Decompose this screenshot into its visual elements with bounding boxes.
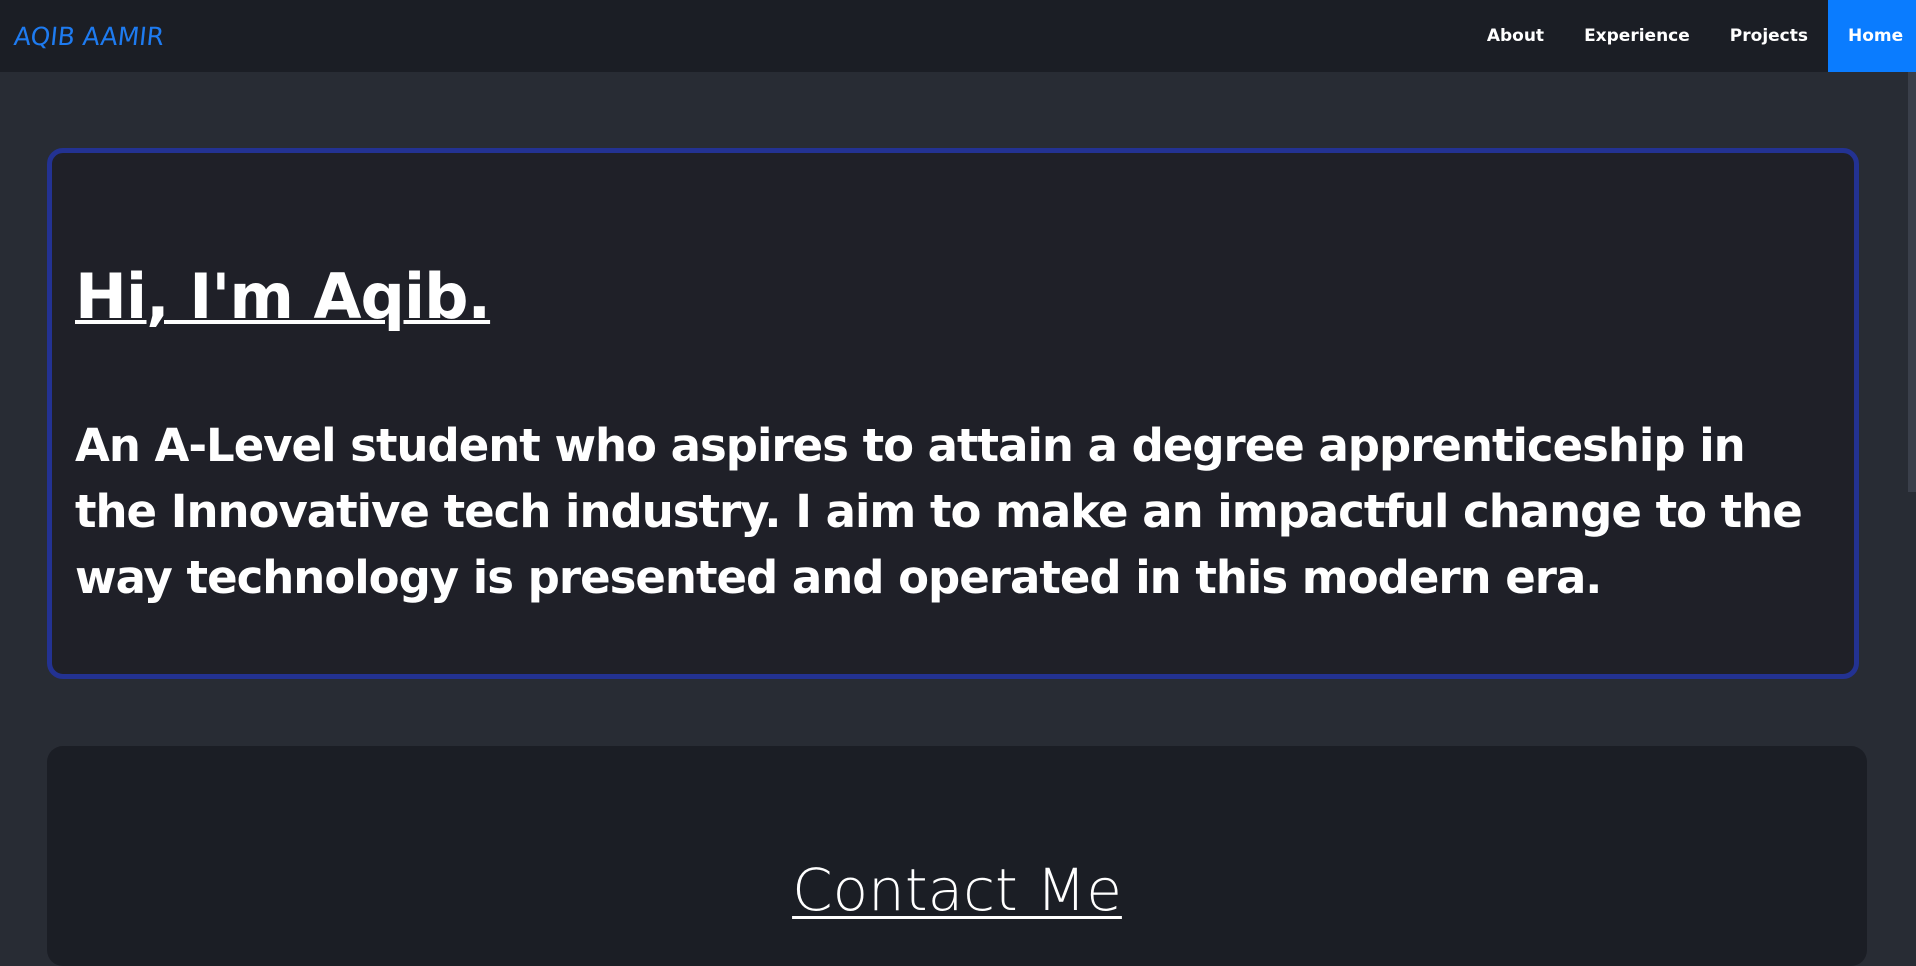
intro-description: An A-Level student who aspires to attain…	[75, 419, 1803, 604]
contact-section: Contact Me	[47, 746, 1867, 966]
nav-link-home[interactable]: Home	[1828, 0, 1916, 72]
top-navbar: AQIB AAMIR About Experience Projects Hom…	[0, 0, 1916, 72]
nav-link-experience[interactable]: Experience	[1564, 0, 1710, 72]
nav-link-about[interactable]: About	[1467, 0, 1564, 72]
brand-logo[interactable]: AQIB AAMIR	[12, 22, 165, 51]
contact-heading: Contact Me	[792, 856, 1122, 924]
nav-links: About Experience Projects Home	[1467, 0, 1916, 72]
intro-heading: Hi, I'm Aqib.	[75, 260, 491, 333]
intro-card: Hi, I'm Aqib. An A-Level student who asp…	[47, 148, 1859, 679]
page-scrollbar-thumb[interactable]	[1908, 72, 1916, 492]
nav-link-projects[interactable]: Projects	[1710, 0, 1828, 72]
